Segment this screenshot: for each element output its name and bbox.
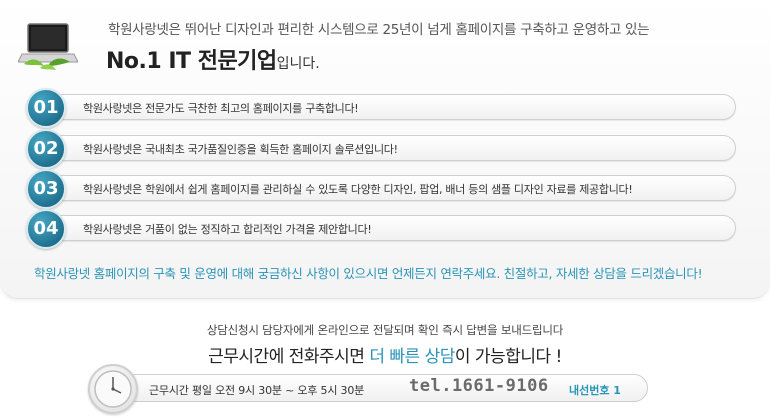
feature-pill: 학원사랑넷은 학원에서 쉽게 홈페이지를 관리하실 수 있도록 다양한 디자인,…: [48, 175, 736, 201]
hours-bar: 근무시간 평일 오전 9시 30분 ~ 오후 5시 30분 tel.1661-9…: [110, 374, 648, 402]
feature-pill: 학원사랑넷은 국내최초 국가품질인증을 획득한 홈페이지 솔루션입니다!: [48, 135, 736, 161]
feature-pill: 학원사랑넷은 거품이 없는 정직하고 합리적인 가격을 제안합니다!: [48, 215, 736, 241]
laptop-icon: [18, 23, 78, 70]
feature-text: 학원사랑넷은 전문가도 극찬한 최고의 홈페이지를 구축합니다!: [83, 102, 359, 115]
notice-text: 상담신청시 담당자에게 온라인으로 전달되며 확인 즉시 답변을 보내드립니다: [206, 323, 564, 337]
intro-text: 학원사랑넷은 뛰어난 디자인과 편리한 시스템으로 25년이 넘게 홈페이지를 …: [108, 22, 650, 38]
headline: No.1 IT 전문기업입니다.: [106, 43, 320, 75]
number-badge: 02: [26, 129, 66, 169]
feature-item: 학원사랑넷은 국내최초 국가품질인증을 획득한 홈페이지 솔루션입니다! 02: [26, 129, 736, 169]
tagline-post: 이 가능합니다 !: [454, 347, 562, 367]
phone-number[interactable]: tel.1661-9106: [409, 376, 549, 396]
feature-item: 학원사랑넷은 학원에서 쉽게 홈페이지를 관리하실 수 있도록 다양한 디자인,…: [26, 169, 736, 209]
cta-text: 학원사랑넷 홈페이지의 구축 및 운영에 대해 궁금하신 사항이 있으시면 언제…: [34, 266, 703, 281]
feature-text: 학원사랑넷은 학원에서 쉽게 홈페이지를 관리하실 수 있도록 다양한 디자인,…: [83, 183, 633, 196]
clock-icon: [88, 364, 138, 414]
extension-number: 내선번호 1: [569, 384, 621, 397]
feature-text: 학원사랑넷은 거품이 없는 정직하고 합리적인 가격을 제안합니다!: [83, 223, 372, 236]
headline-main: No.1 IT 전문기업: [106, 49, 277, 74]
tagline-highlight: 더 빠른 상담: [369, 347, 455, 367]
working-hours: 근무시간 평일 오전 9시 30분 ~ 오후 5시 30분: [149, 384, 365, 397]
feature-text: 학원사랑넷은 국내최초 국가품질인증을 획득한 홈페이지 솔루션입니다!: [83, 143, 398, 156]
feature-pill: 학원사랑넷은 전문가도 극찬한 최고의 홈페이지를 구축합니다!: [48, 94, 736, 120]
number-badge: 01: [26, 88, 66, 128]
number-badge: 03: [26, 169, 66, 209]
feature-item: 학원사랑넷은 거품이 없는 정직하고 합리적인 가격을 제안합니다! 04: [26, 209, 736, 249]
intro-panel: 학원사랑넷은 뛰어난 디자인과 편리한 시스템으로 25년이 넘게 홈페이지를 …: [0, 0, 770, 299]
tagline-pre: 근무시간에 전화주시면: [208, 347, 370, 367]
headline-suffix: 입니다.: [276, 56, 320, 72]
feature-item: 학원사랑넷은 전문가도 극찬한 최고의 홈페이지를 구축합니다! 01: [26, 88, 736, 128]
number-badge: 04: [26, 209, 66, 249]
